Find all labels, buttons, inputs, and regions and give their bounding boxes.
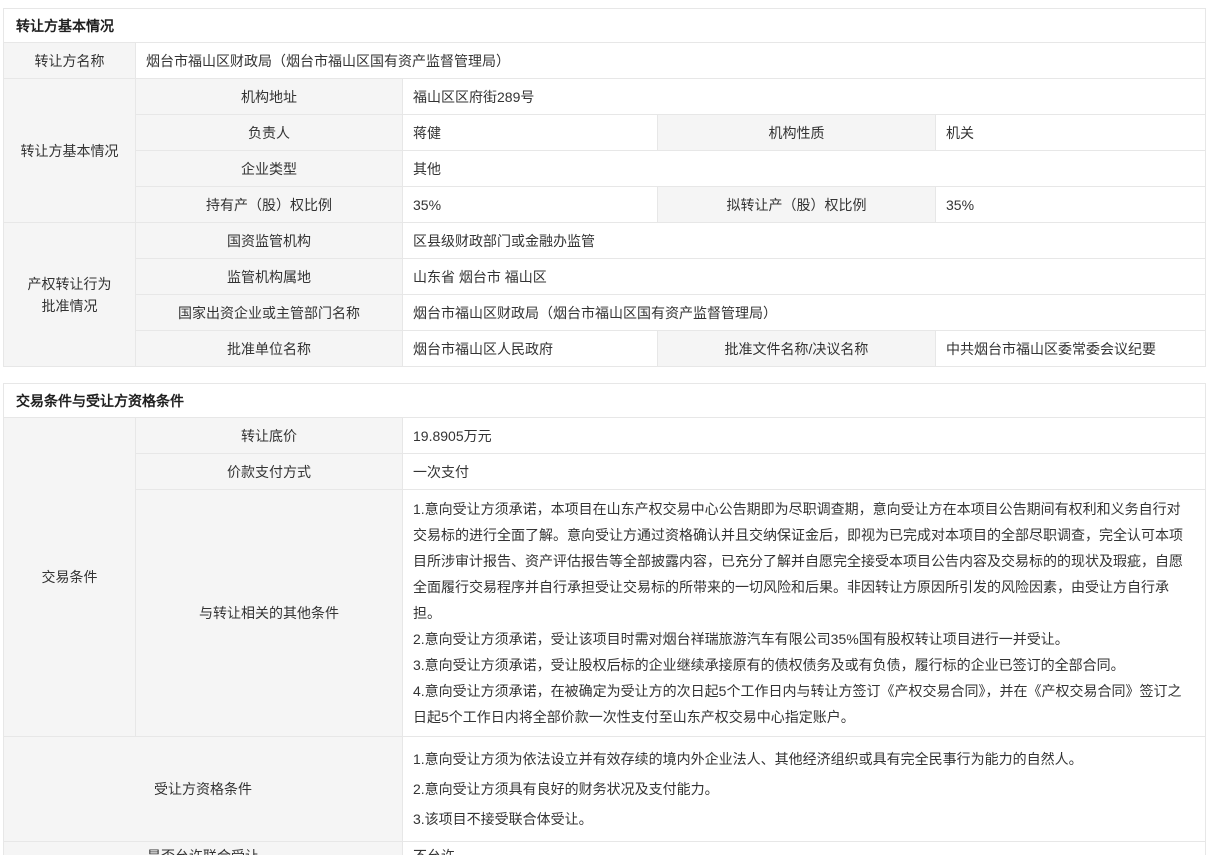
approval-unit-value: 烟台市福山区人民政府	[403, 331, 658, 367]
payment-method-label: 价款支付方式	[136, 454, 403, 490]
transfer-ratio-label: 拟转让产（股）权比例	[658, 187, 936, 223]
section-header-conditions: 交易条件与受让方资格条件	[4, 384, 1206, 418]
approval-group-label-line2: 批准情况	[42, 298, 98, 314]
address-value: 福山区区府街289号	[403, 79, 1206, 115]
payment-method-value: 一次支付	[403, 454, 1206, 490]
approval-doc-value: 中共烟台市福山区委常委会议纪要	[936, 331, 1206, 367]
transferor-name-value: 烟台市福山区财政局（烟台市福山区国有资产监督管理局）	[136, 43, 1206, 79]
state-funded-company-label: 国家出资企业或主管部门名称	[136, 295, 403, 331]
principal-label: 负责人	[136, 115, 403, 151]
other-conditions-value: 1.意向受让方须承诺，本项目在山东产权交易中心公告期即为尽职调查期，意向受让方在…	[403, 490, 1206, 737]
transfer-ratio-value: 35%	[936, 187, 1206, 223]
regulator-label: 国资监管机构	[136, 223, 403, 259]
principal-value: 蒋健	[403, 115, 658, 151]
state-funded-company-value: 烟台市福山区财政局（烟台市福山区国有资产监督管理局）	[403, 295, 1206, 331]
trade-group-label: 交易条件	[4, 418, 136, 737]
approval-doc-label: 批准文件名称/决议名称	[658, 331, 936, 367]
section-header-transferor: 转让方基本情况	[4, 9, 1206, 43]
conditions-table: 交易条件与受让方资格条件 交易条件 转让底价 19.8905万元 价款支付方式 …	[3, 383, 1206, 855]
floor-price-value: 19.8905万元	[403, 418, 1206, 454]
holding-ratio-value: 35%	[403, 187, 658, 223]
company-type-value: 其他	[403, 151, 1206, 187]
holding-ratio-label: 持有产（股）权比例	[136, 187, 403, 223]
company-type-label: 企业类型	[136, 151, 403, 187]
transferor-name-label: 转让方名称	[4, 43, 136, 79]
basic-group-label: 转让方基本情况	[4, 79, 136, 223]
approval-group-label-line1: 产权转让行为	[28, 276, 112, 292]
regulator-region-value: 山东省 烟台市 福山区	[403, 259, 1206, 295]
qualification-label: 受让方资格条件	[4, 737, 403, 842]
org-nature-value: 机关	[936, 115, 1206, 151]
project-detail-page: 转让方基本情况 转让方名称 烟台市福山区财政局（烟台市福山区国有资产监督管理局）…	[0, 0, 1208, 855]
transferor-info-table: 转让方基本情况 转让方名称 烟台市福山区财政局（烟台市福山区国有资产监督管理局）…	[3, 8, 1206, 367]
other-conditions-label: 与转让相关的其他条件	[136, 490, 403, 737]
floor-price-label: 转让底价	[136, 418, 403, 454]
joint-transfer-label: 是否允许联合受让	[4, 842, 403, 855]
approval-unit-label: 批准单位名称	[136, 331, 403, 367]
regulator-value: 区县级财政部门或金融办监管	[403, 223, 1206, 259]
joint-transfer-value: 不允许	[403, 842, 1206, 855]
org-nature-label: 机构性质	[658, 115, 936, 151]
address-label: 机构地址	[136, 79, 403, 115]
qualification-value: 1.意向受让方须为依法设立并有效存续的境内外企业法人、其他经济组织或具有完全民事…	[403, 737, 1206, 842]
regulator-region-label: 监管机构属地	[136, 259, 403, 295]
approval-group-label: 产权转让行为 批准情况	[4, 223, 136, 367]
